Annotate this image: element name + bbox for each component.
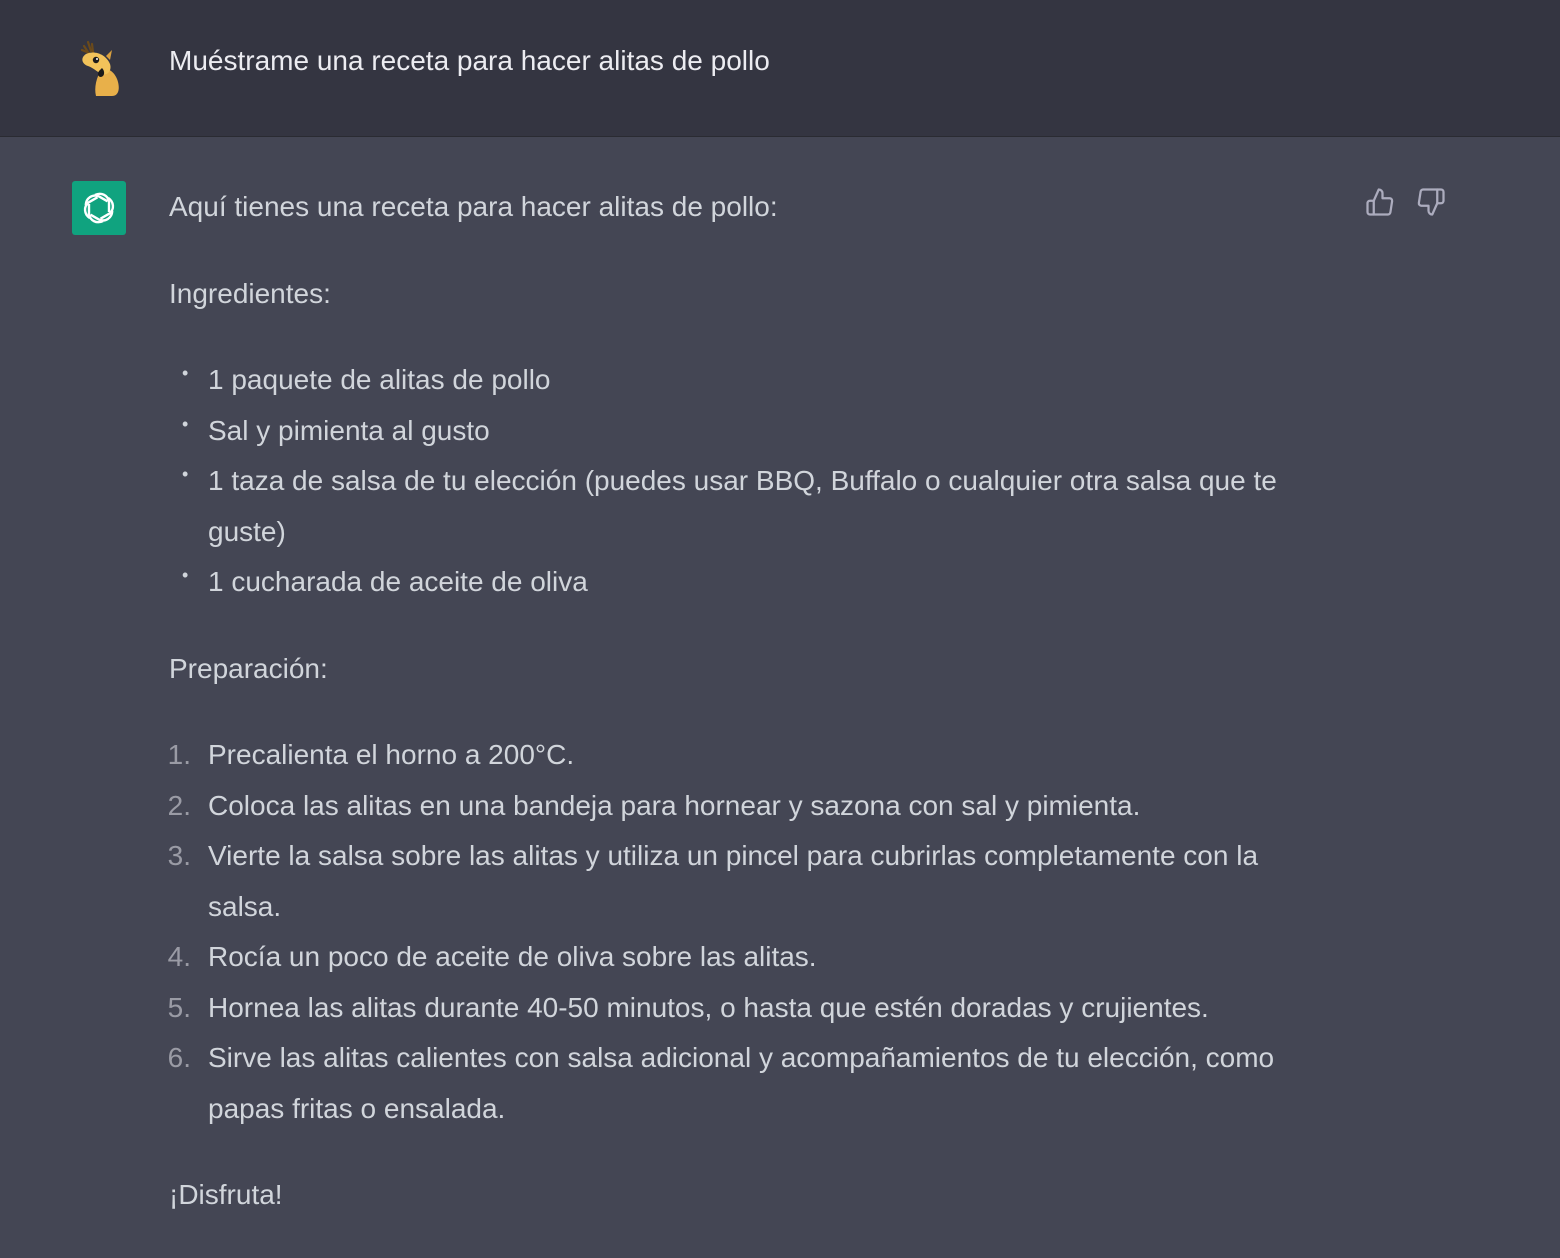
list-item: • 1 paquete de alitas de pollo (169, 355, 1339, 406)
step-number: 1. (167, 739, 191, 770)
list-item: 2. Coloca las alitas en una bandeja para… (168, 781, 1339, 832)
list-item-text: Sirve las alitas calientes con salsa adi… (208, 1042, 1275, 1073)
bullet-icon: • (182, 413, 189, 434)
list-item: 3. Vierte la salsa sobre las alitas y ut… (168, 831, 1339, 932)
thumbs-down-button[interactable] (1416, 187, 1446, 217)
thumbs-up-button[interactable] (1365, 187, 1395, 217)
list-item: 1. Precalienta el horno a 200°C. (168, 730, 1339, 781)
ingredients-list: • 1 paquete de alitas de pollo • Sal y p… (169, 355, 1339, 608)
list-item-text: salsa. (208, 890, 282, 922)
list-item: • 1 cucharada de aceite de oliva (169, 557, 1339, 608)
bullet-icon: • (182, 464, 189, 484)
assistant-message-content: Aquí tienes una receta para hacer alitas… (168, 182, 1339, 1221)
user-avatar-icon (72, 38, 128, 96)
list-item-text: 1 taza de salsa de tu elección (puedes u… (208, 465, 1277, 496)
list-item: 6. Sirve las alitas calientes con salsa … (168, 1033, 1339, 1134)
list-item: 5. Hornea las alitas durante 40-50 minut… (168, 983, 1339, 1034)
list-item-text: Precalienta el horno a 200°C. (208, 739, 575, 770)
user-message-row: Muéstrame una receta para hacer alitas d… (0, 0, 1560, 137)
list-item: 4. Rocía un poco de aceite de oliva sobr… (168, 932, 1339, 983)
list-item-text: Coloca las alitas en una bandeja para ho… (208, 789, 1141, 821)
step-number: 6. (167, 1042, 191, 1073)
closing-text: ¡Disfruta! (169, 1179, 283, 1210)
thumbs-up-icon (1366, 188, 1394, 216)
list-item-text: Rocía un poco de aceite de oliva sobre l… (208, 941, 817, 972)
step-number: 3. (167, 840, 191, 871)
bullet-icon: • (182, 565, 189, 585)
list-item: • 1 taza de salsa de tu elección (puedes… (169, 456, 1339, 557)
step-number: 4. (167, 941, 191, 972)
list-item-text: papas fritas o ensalada. (208, 1092, 506, 1124)
preparation-heading: Preparación: (169, 652, 328, 684)
list-item-text: 1 paquete de alitas de pollo (208, 364, 551, 395)
preparation-steps-list: 1. Precalienta el horno a 200°C. 2. Colo… (168, 730, 1339, 1134)
list-item: • Sal y pimienta al gusto (169, 406, 1339, 457)
list-item-text: 1 cucharada de aceite de oliva (208, 566, 588, 597)
step-number: 2. (167, 789, 191, 821)
list-item-text: Vierte la salsa sobre las alitas y utili… (208, 840, 1259, 871)
user-message-text: Muéstrame una receta para hacer alitas d… (169, 45, 770, 76)
ingredients-heading: Ingredientes: (169, 277, 331, 309)
openai-logo-icon (72, 181, 126, 235)
list-item-text: Sal y pimienta al gusto (208, 414, 490, 446)
list-item-text: Hornea las alitas durante 40-50 minutos,… (208, 991, 1209, 1023)
bullet-icon: • (182, 363, 189, 383)
step-number: 5. (167, 991, 191, 1023)
intro-text: Aquí tienes una receta para hacer alitas… (169, 191, 778, 222)
assistant-message-row: Aquí tienes una receta para hacer alitas… (0, 137, 1560, 1258)
list-item-text: guste) (208, 515, 286, 547)
thumbs-down-icon (1417, 188, 1445, 216)
